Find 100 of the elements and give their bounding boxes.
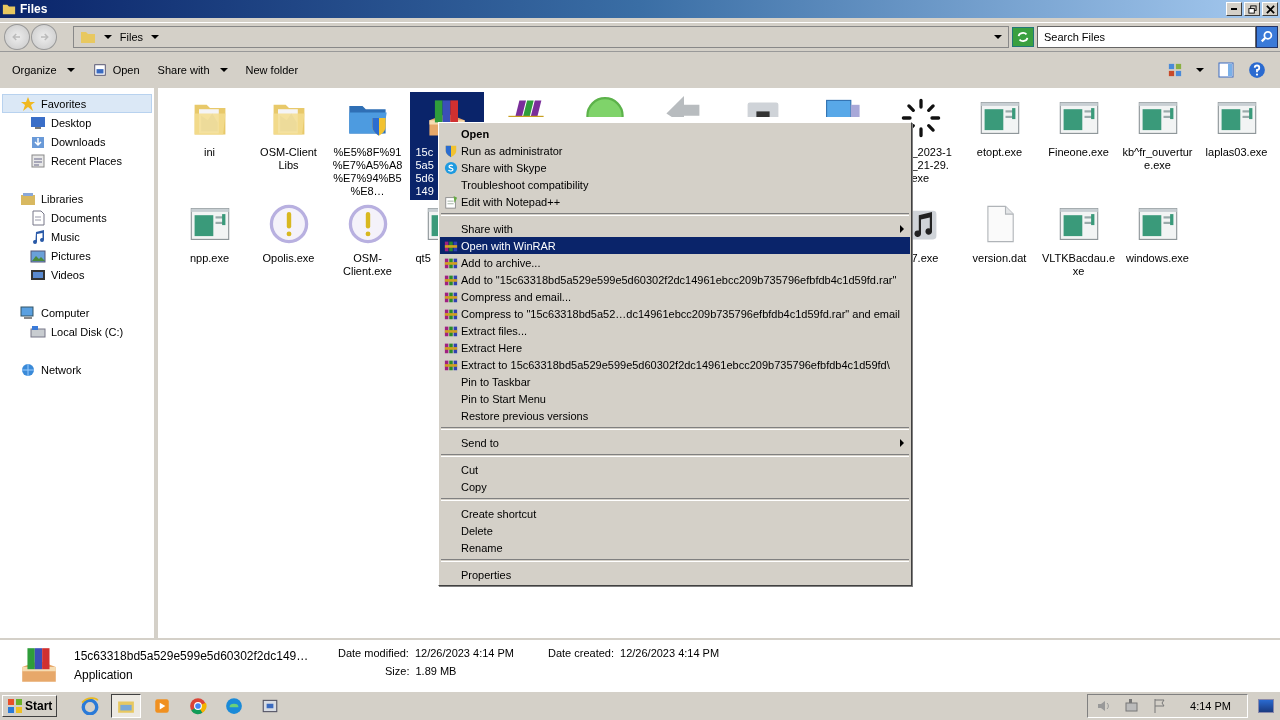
file-item[interactable]: npp.exe <box>172 198 247 265</box>
sidebar-item[interactable]: Videos <box>0 265 154 284</box>
search-field[interactable]: Search Files <box>1036 26 1257 48</box>
field-label: Size: <box>385 665 410 679</box>
file-name: %E5%8F%91%E7%A5%A8%E7%94%B5%E8… <box>331 146 404 198</box>
file-item[interactable]: etopt.exe <box>962 92 1037 159</box>
breadcrumb[interactable]: Files <box>119 31 144 43</box>
file-item[interactable]: VLTKBacdau.exe <box>1041 198 1116 278</box>
field-label: Date modified: <box>338 647 409 661</box>
windows-flag-icon <box>7 698 23 714</box>
menu-item[interactable]: Copy <box>440 478 910 495</box>
caret-icon[interactable] <box>1196 68 1204 72</box>
taskbar-button[interactable] <box>111 694 142 718</box>
file-name: version.dat <box>971 252 1028 265</box>
start-button[interactable]: Start <box>2 695 58 717</box>
menu-item[interactable]: Add to archive... <box>440 254 910 271</box>
forward-button[interactable] <box>30 24 57 50</box>
toolbar-button[interactable]: Share with <box>151 61 234 79</box>
file-name: etopt.exe <box>975 146 1024 159</box>
caret-icon[interactable] <box>151 35 160 39</box>
star-icon <box>20 95 36 112</box>
menu-item[interactable]: Pin to Start Menu <box>440 390 910 407</box>
computer-icon <box>20 304 36 321</box>
menu-item[interactable]: Add to "15c63318bd5a529e599e5d60302f2dc14961ebcc209b735796efbfdb4c1d59fd.rar" <box>440 271 910 288</box>
search-button[interactable] <box>1256 26 1278 48</box>
caret-icon[interactable] <box>994 35 1002 39</box>
back-button[interactable] <box>4 24 30 50</box>
file-item[interactable]: laplas03.exe <box>1199 92 1274 159</box>
search-icon <box>1260 30 1275 44</box>
sidebar-item[interactable]: Music <box>0 227 154 246</box>
sidebar-item[interactable]: Downloads <box>0 132 154 151</box>
file-name: windows.exe <box>1125 252 1190 265</box>
clock[interactable]: 4:14 PM <box>1190 700 1231 712</box>
monitor-icon <box>30 114 46 131</box>
menu-item[interactable]: Properties <box>440 566 910 583</box>
toolbar-button[interactable]: Open <box>86 60 146 80</box>
menu-item[interactable]: Rename <box>440 539 910 556</box>
file-item[interactable]: OSM-Client Libs <box>251 92 326 172</box>
menu-item[interactable]: Create shortcut <box>440 505 910 522</box>
back-arrow-icon <box>10 31 23 43</box>
refresh-button[interactable] <box>1012 27 1034 47</box>
file-item[interactable]: OSM-Client.exe <box>330 198 405 278</box>
file-item[interactable]: version.dat <box>962 198 1037 265</box>
folder-icon <box>79 29 96 45</box>
file-item[interactable]: kb^fr_ouverture.exe <box>1120 92 1195 172</box>
menu-item[interactable]: Restore previous versions <box>440 407 910 424</box>
sidebar-item[interactable]: Documents <box>0 208 154 227</box>
toolbar-button[interactable]: New folder <box>239 61 305 79</box>
menu-item[interactable]: Extract Here <box>440 339 910 356</box>
network-icon[interactable] <box>1124 698 1141 714</box>
menu-item[interactable]: Share with <box>440 220 910 237</box>
menu-item[interactable]: Compress to "15c63318bd5a52…dc14961ebcc209b735796efbfdb4c1d59fd.rar" and email <box>440 305 910 322</box>
caret-icon[interactable] <box>103 35 112 39</box>
close-icon <box>1265 4 1275 14</box>
sidebar-item[interactable]: Recent Places <box>0 151 154 170</box>
file-name: laplas03.exe <box>1204 146 1269 159</box>
browser-icon <box>189 697 208 715</box>
minimize-button[interactable] <box>1226 2 1242 16</box>
grid-icon <box>1168 63 1182 77</box>
menu-item[interactable]: Cut <box>440 461 910 478</box>
field-label: Date created: <box>548 647 615 661</box>
sidebar-item[interactable]: Local Disk (C:) <box>0 322 154 341</box>
sidebar-item[interactable]: Favorites <box>2 94 152 113</box>
menu-item[interactable]: Pin to Taskbar <box>440 373 910 390</box>
file-item[interactable]: windows.exe <box>1120 198 1195 265</box>
field-value: 12/26/2023 4:14 PM <box>414 647 514 661</box>
menu-item[interactable]: Delete <box>440 522 910 539</box>
menu-item[interactable]: Open with WinRAR <box>440 237 910 254</box>
address-bar[interactable]: Files <box>72 26 1009 48</box>
file-item[interactable]: Fineone.exe <box>1041 92 1116 159</box>
sidebar-item[interactable]: Computer <box>0 303 154 322</box>
caret-icon <box>66 68 75 72</box>
sidebar-item[interactable]: Desktop <box>0 113 154 132</box>
help-icon <box>1248 61 1266 79</box>
restore-icon <box>1247 4 1257 14</box>
file-item[interactable]: %E5%8F%91%E7%A5%A8%E7%94%B5%E8… <box>330 92 405 198</box>
pane-icon <box>1218 62 1234 78</box>
file-name: Fineone.exe <box>1047 146 1110 159</box>
sidebar-item[interactable]: Network <box>0 360 154 379</box>
restore-button[interactable] <box>1244 2 1260 16</box>
file-name: OSM-Client Libs <box>259 146 318 172</box>
menu-item[interactable]: Compress and email... <box>440 288 910 305</box>
window-icon <box>261 697 280 715</box>
window-title: Files <box>20 2 49 16</box>
show-desktop-button[interactable] <box>1258 699 1274 713</box>
menu-item[interactable]: Extract to 15c63318bd5a529e599e5d60302f2dc14961ebcc209b735796efbfdb4c1d59fd\ <box>440 356 910 373</box>
close-button[interactable] <box>1262 2 1278 16</box>
sidebar-item[interactable]: Pictures <box>0 246 154 265</box>
sidebar-item[interactable]: Libraries <box>0 189 154 208</box>
shield-icon <box>444 143 458 158</box>
browser-icon <box>225 697 244 715</box>
menu-item[interactable]: Extract files... <box>440 322 910 339</box>
music-note-icon <box>30 228 46 245</box>
file-name: OSM-Client.exe <box>342 252 393 278</box>
folder-icon <box>2 2 16 16</box>
file-item[interactable]: ini <box>172 92 247 159</box>
field-value: 12/26/2023 4:14 PM <box>620 647 720 661</box>
file-item[interactable]: Opolis.exe <box>251 198 326 265</box>
menu-item[interactable]: Send to <box>440 434 910 451</box>
toolbar-button[interactable]: Organize <box>6 61 81 79</box>
